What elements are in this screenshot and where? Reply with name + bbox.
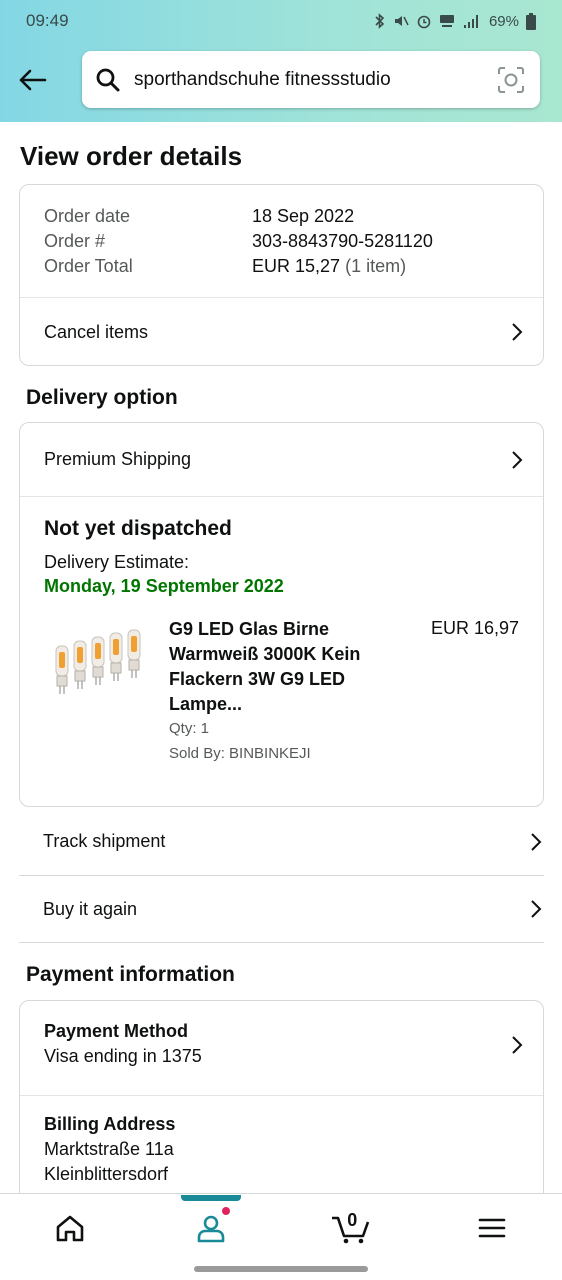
order-summary-card: Order date 18 Sep 2022 Order # 303-88437… (19, 184, 544, 366)
nav-cart[interactable]: 0 (321, 1198, 381, 1258)
shipping-option-label: Premium Shipping (44, 449, 192, 469)
buy-again-label: Buy it again (43, 898, 138, 919)
billing-address-line: Marktstraße 11a (44, 1139, 174, 1159)
gesture-bar[interactable] (194, 1266, 368, 1272)
chevron-right-icon (509, 321, 525, 343)
payment-method-title: Payment Method (44, 1021, 189, 1041)
product-title-line: Flackern 3W G9 LED (169, 669, 346, 689)
notification-dot (220, 1205, 231, 1216)
payment-method-value: Visa ending in 1375 (44, 1046, 202, 1066)
product-seller: Sold By: BINBINKEJI (169, 745, 311, 762)
search-icon[interactable] (94, 66, 122, 94)
order-date-row: Order date 18 Sep 2022 (44, 204, 433, 229)
delivery-estimate-date: Monday, 19 September 2022 (44, 576, 284, 596)
search-input[interactable] (134, 68, 496, 91)
shipment-status: Not yet dispatched (44, 517, 232, 540)
billing-address-title: Billing Address (44, 1114, 176, 1134)
cancel-items-label: Cancel items (44, 321, 149, 342)
battery-percent: 69% (488, 12, 519, 30)
camera-search-icon[interactable] (496, 65, 526, 95)
chevron-right-icon (528, 898, 544, 920)
product-title-line: Lampe... (169, 694, 243, 714)
shipping-option-link[interactable]: Premium Shipping (44, 423, 525, 496)
billing-address-line: Kleinblittersdorf (44, 1164, 169, 1184)
order-date-label: Order date (44, 206, 131, 226)
payment-section-title: Payment information (26, 963, 235, 986)
home-icon (56, 1215, 84, 1241)
bluetooth-icon (375, 13, 385, 29)
bottom-nav: 0 (0, 1193, 562, 1261)
search-bar[interactable] (82, 51, 540, 108)
chevron-right-icon (528, 831, 544, 853)
order-number-row: Order # 303-8843790-5281120 (44, 229, 433, 254)
order-total-value: EUR 15,27 (252, 256, 341, 276)
signal-icon (463, 15, 478, 28)
app-header: 09:49 69% (0, 0, 562, 122)
order-total-label: Order Total (44, 256, 133, 276)
product-qty: Qty: 1 (169, 720, 210, 737)
alarm-icon (417, 15, 431, 29)
chevron-right-icon (509, 1034, 525, 1056)
order-number-label: Order # (44, 231, 106, 251)
page-title: View order details (20, 141, 243, 171)
order-number-value: 303-8843790-5281120 (252, 231, 433, 251)
back-arrow-icon (19, 69, 47, 91)
status-icons: 69% (374, 12, 536, 30)
status-bar: 09:49 69% (26, 8, 536, 34)
divider (19, 942, 544, 943)
cancel-items-link[interactable]: Cancel items (44, 298, 525, 366)
volte-icon (439, 15, 454, 27)
buy-again-link[interactable]: Buy it again (43, 876, 544, 942)
product-image[interactable] (50, 628, 146, 708)
menu-icon (478, 1218, 506, 1237)
product-title-line: G9 LED Glas Birne (169, 619, 330, 639)
cart-count: 0 (347, 1209, 358, 1230)
delivery-card: Premium Shipping Not yet dispatched Deli… (19, 422, 544, 807)
active-tab-indicator (180, 1194, 241, 1201)
nav-home[interactable] (40, 1198, 100, 1258)
order-item-count: (1 item) (345, 256, 407, 276)
product-title[interactable]: G9 LED Glas Birne Warmweiß 3000K Kein Fl… (169, 617, 384, 717)
nav-account[interactable] (180, 1194, 241, 1258)
mute-icon (394, 16, 409, 26)
account-icon (197, 1215, 225, 1242)
chevron-right-icon (509, 449, 525, 471)
battery-icon (526, 12, 536, 30)
status-time: 09:49 (26, 11, 69, 30)
nav-menu[interactable] (462, 1198, 522, 1258)
product-price: EUR 16,97 (430, 618, 519, 638)
payment-method-row[interactable]: Payment Method Visa ending in 1375 (20, 1001, 543, 1095)
track-shipment-label: Track shipment (43, 831, 166, 851)
delivery-section-title: Delivery option (26, 386, 178, 409)
order-date-value: 18 Sep 2022 (252, 206, 355, 226)
track-shipment-link[interactable]: Track shipment (43, 808, 544, 875)
order-total-row: Order Total EUR 15,27 (1 item) (44, 254, 433, 279)
back-button[interactable] (14, 62, 50, 98)
product-title-line: Warmweiß 3000K Kein (169, 644, 361, 664)
delivery-estimate-label: Delivery Estimate: (44, 552, 190, 572)
